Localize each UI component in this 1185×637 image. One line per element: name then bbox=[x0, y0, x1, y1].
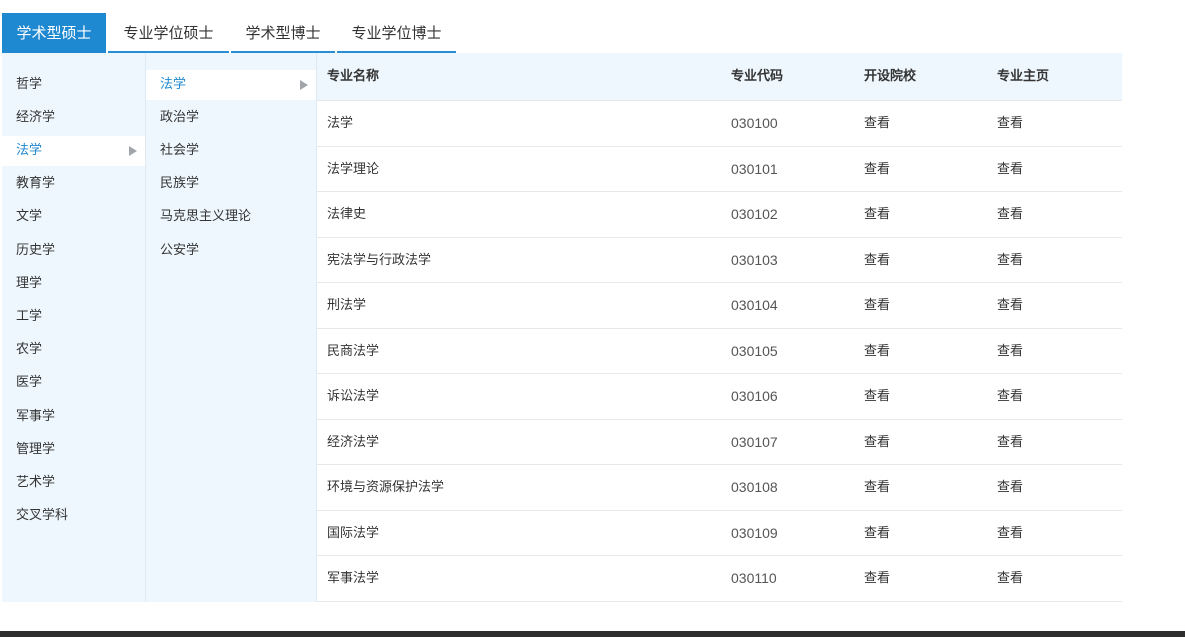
table-row: 诉讼法学 030106 查看 查看 bbox=[317, 374, 1122, 420]
major-code-cell: 030105 bbox=[731, 342, 778, 359]
major-name-cell: 刑法学 bbox=[327, 298, 367, 313]
major-code-cell: 030101 bbox=[731, 160, 778, 177]
subcategory-item-ethnology[interactable]: 民族学 bbox=[146, 169, 316, 199]
major-name-cell: 法学 bbox=[327, 116, 354, 131]
category-item-agriculture[interactable]: 农学 bbox=[2, 335, 145, 365]
view-schools-link[interactable]: 查看 bbox=[864, 101, 890, 146]
view-schools-link[interactable]: 查看 bbox=[864, 283, 890, 328]
category-item-literature[interactable]: 文学 bbox=[2, 202, 145, 232]
major-name-cell: 法律史 bbox=[327, 207, 367, 222]
major-code-cell: 030100 bbox=[731, 115, 778, 131]
caret-right-icon bbox=[129, 146, 137, 156]
table-row: 法学 030100 查看 查看 bbox=[317, 101, 1122, 147]
view-schools-link[interactable]: 查看 bbox=[864, 465, 890, 510]
tab-professional-doctor[interactable]: 专业学位博士 bbox=[337, 13, 456, 53]
view-homepage-link[interactable]: 查看 bbox=[997, 329, 1023, 374]
major-name-cell: 宪法学与行政法学 bbox=[327, 252, 432, 268]
view-homepage-link[interactable]: 查看 bbox=[997, 374, 1023, 419]
major-code-cell: 030104 bbox=[731, 297, 778, 313]
category-item-philosophy[interactable]: 哲学 bbox=[2, 70, 145, 100]
major-name-cell: 民商法学 bbox=[327, 343, 380, 359]
view-homepage-link[interactable]: 查看 bbox=[997, 101, 1023, 146]
category-item-military[interactable]: 军事学 bbox=[2, 402, 145, 432]
table-row: 民商法学 030105 查看 查看 bbox=[317, 328, 1122, 374]
table-row: 国际法学 030109 查看 查看 bbox=[317, 510, 1122, 556]
category-item-label: 法学 bbox=[16, 143, 43, 158]
tab-professional-master[interactable]: 专业学位硕士 bbox=[108, 13, 229, 53]
category-item-economics[interactable]: 经济学 bbox=[2, 103, 145, 133]
view-homepage-link[interactable]: 查看 bbox=[997, 238, 1023, 283]
category-item-science[interactable]: 理学 bbox=[2, 269, 145, 299]
view-schools-link[interactable]: 查看 bbox=[864, 329, 890, 374]
major-code-cell: 030106 bbox=[731, 388, 778, 404]
category-item-engineering[interactable]: 工学 bbox=[2, 302, 145, 332]
header-schools: 开设院校 bbox=[864, 69, 917, 84]
view-homepage-link[interactable]: 查看 bbox=[997, 283, 1023, 328]
major-code-cell: 030108 bbox=[731, 479, 778, 495]
caret-right-icon bbox=[300, 80, 308, 90]
view-schools-link[interactable]: 查看 bbox=[864, 374, 890, 419]
view-homepage-link[interactable]: 查看 bbox=[997, 511, 1023, 556]
header-major-code: 专业代码 bbox=[731, 69, 784, 84]
header-homepage: 专业主页 bbox=[997, 69, 1050, 84]
category-list: 哲学 经济学 法学 教育学 文学 历史学 理学 工学 农学 医学 军事学 管理学… bbox=[2, 53, 145, 602]
major-name-cell: 国际法学 bbox=[327, 525, 380, 541]
major-name-cell: 经济法学 bbox=[327, 434, 380, 450]
major-code-cell: 030103 bbox=[731, 251, 778, 268]
table-row: 宪法学与行政法学 030103 查看 查看 bbox=[317, 237, 1122, 283]
subcategory-list: 法学 政治学 社会学 民族学 马克思主义理论 公安学 bbox=[145, 53, 317, 602]
view-homepage-link[interactable]: 查看 bbox=[997, 147, 1023, 192]
category-item-law[interactable]: 法学 bbox=[2, 136, 145, 166]
major-code-cell: 030109 bbox=[731, 524, 778, 541]
major-browser-panel: 哲学 经济学 法学 教育学 文学 历史学 理学 工学 农学 医学 军事学 管理学… bbox=[2, 53, 1122, 602]
subcategory-item-label: 法学 bbox=[160, 77, 187, 92]
view-schools-link[interactable]: 查看 bbox=[864, 556, 890, 601]
table-row: 刑法学 030104 查看 查看 bbox=[317, 283, 1122, 329]
major-name-cell: 法学理论 bbox=[327, 161, 380, 177]
header-major-name: 专业名称 bbox=[327, 69, 380, 84]
category-item-arts[interactable]: 艺术学 bbox=[2, 468, 145, 498]
view-homepage-link[interactable]: 查看 bbox=[997, 192, 1023, 237]
major-name-cell: 诉讼法学 bbox=[327, 389, 380, 404]
subcategory-item-politics[interactable]: 政治学 bbox=[146, 103, 316, 133]
category-item-management[interactable]: 管理学 bbox=[2, 435, 145, 465]
view-homepage-link[interactable]: 查看 bbox=[997, 556, 1023, 601]
major-code-cell: 030107 bbox=[731, 433, 778, 450]
category-item-interdisciplinary[interactable]: 交叉学科 bbox=[2, 501, 145, 531]
major-name-cell: 军事法学 bbox=[327, 571, 380, 586]
subcategory-item-law[interactable]: 法学 bbox=[146, 70, 316, 100]
tab-academic-master[interactable]: 学术型硕士 bbox=[2, 13, 106, 53]
category-item-medicine[interactable]: 医学 bbox=[2, 368, 145, 398]
table-row: 军事法学 030110 查看 查看 bbox=[317, 556, 1122, 602]
category-item-history[interactable]: 历史学 bbox=[2, 236, 145, 266]
view-homepage-link[interactable]: 查看 bbox=[997, 465, 1023, 510]
major-table: 专业名称 专业代码 开设院校 专业主页 法学 030100 查看 查看 法学理论 0301… bbox=[317, 53, 1122, 602]
footer-bar bbox=[0, 631, 1185, 637]
view-schools-link[interactable]: 查看 bbox=[864, 511, 890, 556]
degree-tabs: 学术型硕士 专业学位硕士 学术型博士 专业学位博士 bbox=[2, 13, 1122, 53]
table-row: 经济法学 030107 查看 查看 bbox=[317, 419, 1122, 465]
table-header: 专业名称 专业代码 开设院校 专业主页 bbox=[317, 53, 1122, 101]
subcategory-item-sociology[interactable]: 社会学 bbox=[146, 136, 316, 166]
view-schools-link[interactable]: 查看 bbox=[864, 147, 890, 192]
major-code-cell: 030102 bbox=[731, 206, 778, 222]
category-item-education[interactable]: 教育学 bbox=[2, 169, 145, 199]
tab-academic-doctor[interactable]: 学术型博士 bbox=[231, 13, 335, 53]
table-row: 法学理论 030101 查看 查看 bbox=[317, 146, 1122, 192]
table-row: 法律史 030102 查看 查看 bbox=[317, 192, 1122, 238]
table-row: 环境与资源保护法学 030108 查看 查看 bbox=[317, 465, 1122, 511]
view-schools-link[interactable]: 查看 bbox=[864, 420, 890, 465]
subcategory-item-public-security[interactable]: 公安学 bbox=[146, 236, 316, 266]
major-code-cell: 030110 bbox=[731, 570, 777, 586]
view-homepage-link[interactable]: 查看 bbox=[997, 420, 1023, 465]
view-schools-link[interactable]: 查看 bbox=[864, 238, 890, 283]
subcategory-item-marxism[interactable]: 马克思主义理论 bbox=[146, 202, 316, 232]
view-schools-link[interactable]: 查看 bbox=[864, 192, 890, 237]
major-name-cell: 环境与资源保护法学 bbox=[327, 480, 445, 495]
